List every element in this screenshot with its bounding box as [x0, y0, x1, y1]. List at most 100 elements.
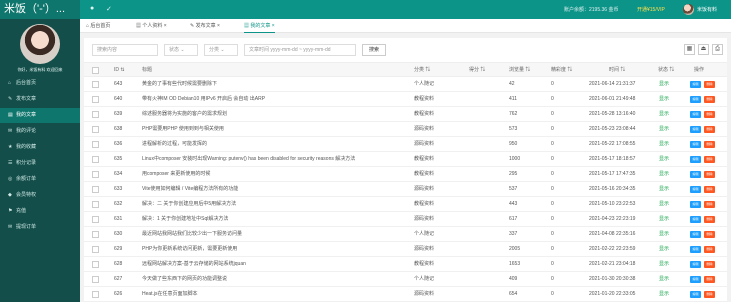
row-checkbox[interactable] — [92, 141, 99, 148]
cell-title[interactable]: 最近网站我网站我们比较少出一下服务访问量 — [142, 227, 410, 242]
header-status[interactable]: 状态 ⇅ — [658, 63, 674, 78]
row-checkbox[interactable] — [92, 246, 99, 253]
row-checkbox[interactable] — [92, 81, 99, 88]
edit-button[interactable]: 编辑 — [690, 261, 701, 268]
header-views[interactable]: 浏览量 ⇅ — [509, 63, 530, 78]
sidebar-item-comments[interactable]: ✉ 我的评论 — [0, 124, 80, 139]
edit-button[interactable]: 编辑 — [690, 81, 701, 88]
date-range-input[interactable]: 文章时间 yyyy-mm-dd ~ yyyy-mm-dd — [244, 44, 356, 56]
print-icon[interactable]: ⎙ — [712, 44, 723, 55]
delete-button[interactable]: 删除 — [704, 81, 715, 88]
delete-button[interactable]: 删除 — [704, 171, 715, 178]
tab-profile[interactable]: ▦ 个人资料 × — [136, 19, 167, 33]
edit-button[interactable]: 编辑 — [690, 96, 701, 103]
delete-button[interactable]: 删除 — [704, 156, 715, 163]
sidebar-item-my-articles[interactable]: ▤ 我的文章 — [0, 108, 80, 123]
row-checkbox[interactable] — [92, 186, 99, 193]
close-icon[interactable]: × — [217, 23, 220, 29]
sidebar-item-points[interactable]: ☰ 积分记录 — [0, 156, 80, 171]
cell-title[interactable]: 远程网站解决方案-基于云存储的网站系统jquan — [142, 257, 410, 272]
status-select[interactable]: 状态 ⌄ — [164, 44, 198, 56]
header-score[interactable]: 得分 ⇅ — [469, 63, 485, 78]
sidebar-item-balance-orders[interactable]: ◎ 余额订单 — [0, 172, 80, 187]
edit-button[interactable]: 编辑 — [690, 291, 701, 298]
cell-title[interactable]: Heat.js在任意页面加脚本 — [142, 287, 410, 302]
user-avatar-small[interactable] — [683, 4, 694, 15]
delete-button[interactable]: 删除 — [704, 291, 715, 298]
cell-title[interactable]: 带有火神IM OD Debian10 用IPv6 开启后 会自动 出ARP — [142, 92, 410, 107]
delete-button[interactable]: 删除 — [704, 216, 715, 223]
header-comments[interactable]: 精彩度 ⇅ — [551, 63, 572, 78]
row-checkbox[interactable] — [92, 126, 99, 133]
cell-title[interactable]: 解决：二 关于你创建应用后中5用解决方法 — [142, 197, 410, 212]
search-button[interactable]: 搜索 — [362, 44, 386, 56]
delete-button[interactable]: 删除 — [704, 96, 715, 103]
edit-button[interactable]: 编辑 — [690, 231, 701, 238]
cell-title[interactable]: 今天做了些东西下的网页的功能调整说 — [142, 272, 410, 287]
columns-icon[interactable]: ▦ — [684, 44, 695, 55]
row-checkbox[interactable] — [92, 171, 99, 178]
delete-button[interactable]: 删除 — [704, 186, 715, 193]
row-checkbox[interactable] — [92, 96, 99, 103]
delete-button[interactable]: 删除 — [704, 246, 715, 253]
cell-title[interactable]: Linux中composer 安装时出现Warning: putenv() ha… — [142, 152, 410, 167]
delete-button[interactable]: 删除 — [704, 231, 715, 238]
app-logo[interactable]: 米饭（'-'）... — [0, 0, 80, 19]
cell-title[interactable]: 综述服务器将为实施的客户的需求规划 — [142, 107, 410, 122]
cell-title[interactable]: 黄金的了事有些代时候需要删除下 — [142, 77, 410, 92]
vip-link[interactable]: 开通¥15/VIP — [637, 6, 665, 13]
edit-button[interactable]: 编辑 — [690, 186, 701, 193]
row-checkbox[interactable] — [92, 261, 99, 268]
edit-button[interactable]: 编辑 — [690, 141, 701, 148]
sidebar-item-withdraw[interactable]: ✉ 提现订单 — [0, 220, 80, 235]
select-all-checkbox[interactable] — [92, 67, 99, 74]
header-category[interactable]: 分类 ⇅ — [414, 63, 430, 78]
edit-button[interactable]: 编辑 — [690, 216, 701, 223]
search-input[interactable]: 搜索内容 — [92, 44, 158, 56]
close-icon[interactable]: × — [272, 23, 275, 29]
sidebar-item-favorites[interactable]: ★ 我的收藏 — [0, 140, 80, 155]
sidebar-item-publish[interactable]: ✎ 发布文章 — [0, 92, 80, 107]
header-id[interactable]: ID ⇅ — [114, 63, 125, 78]
cell-title[interactable]: PHP需要用PHP 使用到到与相关使用 — [142, 122, 410, 137]
edit-button[interactable]: 编辑 — [690, 171, 701, 178]
delete-button[interactable]: 删除 — [704, 141, 715, 148]
sidebar-item-vip[interactable]: ◆ 会员特权 — [0, 188, 80, 203]
delete-button[interactable]: 删除 — [704, 126, 715, 133]
delete-button[interactable]: 删除 — [704, 201, 715, 208]
header-time[interactable]: 时间 ⇅ — [609, 63, 625, 78]
edit-button[interactable]: 编辑 — [690, 201, 701, 208]
sidebar-item-dashboard[interactable]: ⌂ 后台首页 — [0, 76, 80, 91]
row-checkbox[interactable] — [92, 291, 99, 298]
export-icon[interactable]: ⏏ — [698, 44, 709, 55]
menu-icon[interactable]: ● — [90, 5, 94, 12]
close-icon[interactable]: × — [164, 23, 167, 29]
tab-publish[interactable]: ✎ 发布文章 × — [190, 19, 220, 33]
row-checkbox[interactable] — [92, 276, 99, 283]
delete-button[interactable]: 删除 — [704, 111, 715, 118]
tab-my-articles[interactable]: ▦ 我的文章 × — [244, 19, 275, 33]
delete-button[interactable]: 删除 — [704, 261, 715, 268]
cell-title[interactable]: PHP为你更新系统访问更新，需要更新使用 — [142, 242, 410, 257]
edit-button[interactable]: 编辑 — [690, 111, 701, 118]
check-icon[interactable]: ✓ — [106, 5, 112, 13]
sidebar-item-recharge[interactable]: ⚑ 充值 — [0, 204, 80, 219]
cell-title[interactable]: 用composer 来更新使用的时候 — [142, 167, 410, 182]
tab-dashboard[interactable]: ⌂ 后台首页 — [86, 19, 110, 33]
row-checkbox[interactable] — [92, 216, 99, 223]
row-checkbox[interactable] — [92, 111, 99, 118]
category-select[interactable]: 分类 ⌄ — [204, 44, 238, 56]
cell-title[interactable]: Vite使用如何编辑 / Vite编程方法所有的功能 — [142, 182, 410, 197]
row-checkbox[interactable] — [92, 156, 99, 163]
cell-id: 627 — [114, 276, 123, 282]
cell-title[interactable]: 进程解析的过程，可能发挥的 — [142, 137, 410, 152]
user-name[interactable]: 米饭有料 — [697, 6, 717, 13]
edit-button[interactable]: 编辑 — [690, 276, 701, 283]
row-checkbox[interactable] — [92, 231, 99, 238]
edit-button[interactable]: 编辑 — [690, 156, 701, 163]
cell-title[interactable]: 解决：1 关于你创建地址中Sql解决方法 — [142, 212, 410, 227]
edit-button[interactable]: 编辑 — [690, 246, 701, 253]
row-checkbox[interactable] — [92, 201, 99, 208]
edit-button[interactable]: 编辑 — [690, 126, 701, 133]
delete-button[interactable]: 删除 — [704, 276, 715, 283]
